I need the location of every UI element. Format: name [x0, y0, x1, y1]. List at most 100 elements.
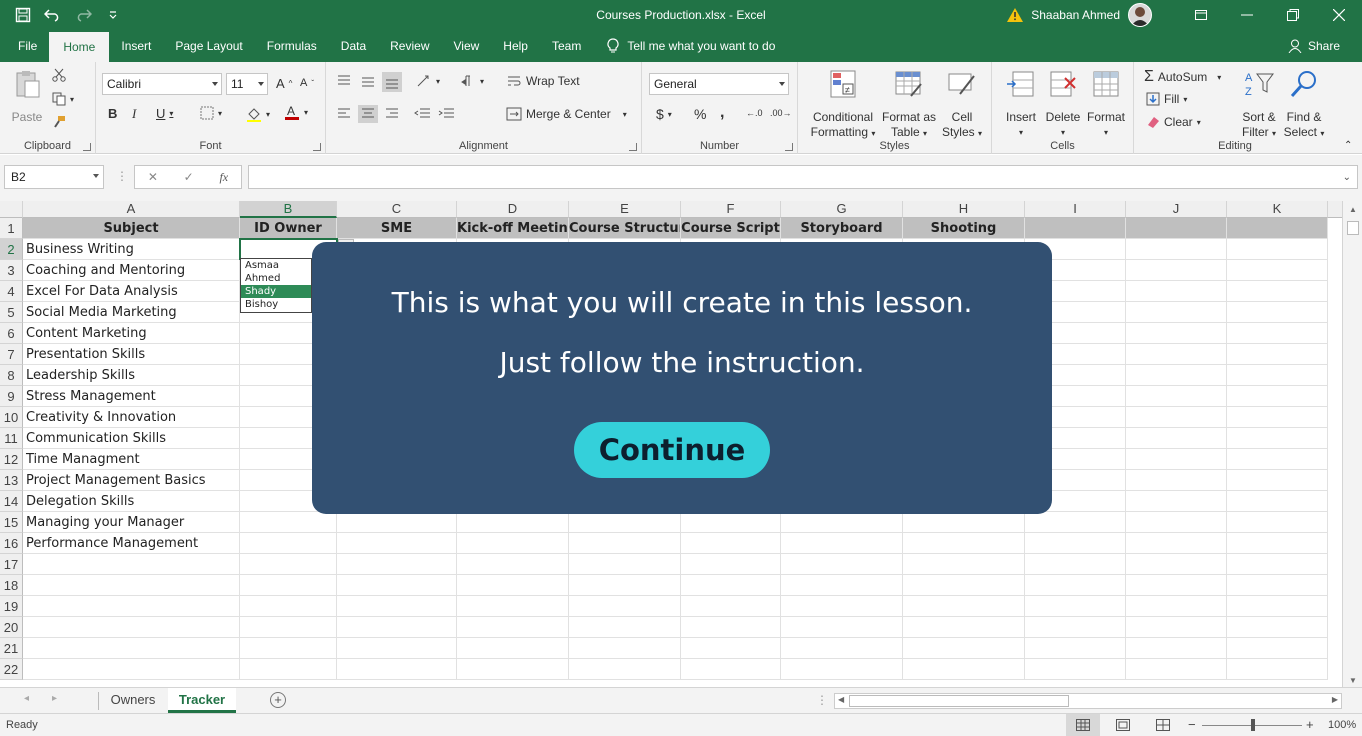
- decrease-decimal-button[interactable]: .00→: [770, 108, 792, 118]
- number-launcher[interactable]: [785, 143, 793, 151]
- page-break-view-button[interactable]: [1156, 719, 1170, 734]
- cell[interactable]: [569, 533, 681, 554]
- cell[interactable]: [1227, 260, 1328, 281]
- alignment-launcher[interactable]: [629, 143, 637, 151]
- sheet-tab-owners[interactable]: Owners: [102, 688, 164, 713]
- cell[interactable]: [23, 554, 240, 575]
- cell[interactable]: [569, 617, 681, 638]
- orientation-button[interactable]: ▾: [416, 74, 440, 88]
- cell[interactable]: [457, 512, 569, 533]
- cell[interactable]: [1025, 617, 1126, 638]
- data-validation-dropdown[interactable]: Asmaa Ahmed Shady Bishoy: [240, 258, 312, 313]
- sheet-tab-tracker[interactable]: Tracker: [168, 688, 236, 713]
- zoom-level[interactable]: 100%: [1328, 719, 1356, 731]
- currency-button[interactable]: $ ▾: [656, 106, 672, 122]
- cell[interactable]: [781, 533, 903, 554]
- format-painter-button[interactable]: [52, 115, 66, 129]
- tab-data[interactable]: Data: [329, 30, 378, 62]
- paste-button[interactable]: Paste: [10, 68, 44, 125]
- cell[interactable]: [1227, 470, 1328, 491]
- scroll-up-icon[interactable]: ▲: [1349, 205, 1357, 214]
- cell[interactable]: [1126, 239, 1227, 260]
- row-header[interactable]: 18: [0, 575, 23, 596]
- cut-button[interactable]: [52, 68, 66, 82]
- normal-view-button[interactable]: [1066, 714, 1100, 736]
- cell[interactable]: [1126, 596, 1227, 617]
- column-header-j[interactable]: J: [1126, 201, 1227, 218]
- customize-qat-button[interactable]: [100, 2, 126, 28]
- cell[interactable]: [240, 512, 337, 533]
- bold-button[interactable]: B: [108, 106, 117, 121]
- cell[interactable]: [1227, 365, 1328, 386]
- cell[interactable]: [681, 659, 781, 680]
- top-align-button[interactable]: [336, 74, 352, 88]
- row-header[interactable]: 7: [0, 344, 23, 365]
- close-button[interactable]: [1316, 0, 1362, 30]
- scroll-down-icon[interactable]: ▼: [1349, 676, 1357, 685]
- merge-center-button[interactable]: Merge & Center ▾: [506, 107, 627, 121]
- cell[interactable]: [1227, 407, 1328, 428]
- increase-indent-button[interactable]: [438, 107, 456, 121]
- cell[interactable]: [569, 638, 681, 659]
- comma-button[interactable]: ,: [720, 104, 724, 122]
- row-header[interactable]: 2: [0, 239, 23, 260]
- subject-cell[interactable]: Stress Management: [23, 386, 240, 407]
- cell[interactable]: [1227, 491, 1328, 512]
- cell[interactable]: [681, 596, 781, 617]
- sort-filter-button[interactable]: AZ Sort & Filter ▾: [1238, 68, 1280, 141]
- dropdown-option[interactable]: Asmaa: [241, 259, 311, 272]
- header-cell[interactable]: Course Structure: [569, 218, 681, 239]
- cell[interactable]: [337, 596, 457, 617]
- column-header-c[interactable]: C: [337, 201, 457, 218]
- cell[interactable]: [569, 512, 681, 533]
- cell[interactable]: [681, 554, 781, 575]
- row-header[interactable]: 20: [0, 617, 23, 638]
- row-header[interactable]: 8: [0, 365, 23, 386]
- insert-cells-button[interactable]: Insert ▾: [1000, 68, 1042, 140]
- header-cell[interactable]: Course Script: [681, 218, 781, 239]
- cell[interactable]: [569, 575, 681, 596]
- cell[interactable]: [457, 617, 569, 638]
- tab-view[interactable]: View: [442, 30, 492, 62]
- cell[interactable]: [23, 617, 240, 638]
- cell[interactable]: [1126, 281, 1227, 302]
- scroll-thumb[interactable]: [849, 695, 1069, 707]
- header-cell-empty[interactable]: [1227, 218, 1328, 239]
- cell[interactable]: [903, 533, 1025, 554]
- header-cell[interactable]: Shooting: [903, 218, 1025, 239]
- italic-button[interactable]: I: [132, 106, 136, 122]
- share-button[interactable]: Share: [1288, 30, 1340, 62]
- cell[interactable]: [1126, 386, 1227, 407]
- column-header-i[interactable]: I: [1025, 201, 1126, 218]
- undo-button[interactable]: [40, 2, 66, 28]
- cell[interactable]: [1126, 638, 1227, 659]
- wrap-text-button[interactable]: Wrap Text: [506, 74, 580, 88]
- cell[interactable]: [1227, 533, 1328, 554]
- row-header[interactable]: 9: [0, 386, 23, 407]
- cell[interactable]: [1227, 512, 1328, 533]
- cell[interactable]: [1227, 596, 1328, 617]
- column-header-k[interactable]: K: [1227, 201, 1328, 218]
- tab-file[interactable]: File: [0, 30, 49, 62]
- clipboard-launcher[interactable]: [83, 143, 91, 151]
- cell[interactable]: [681, 575, 781, 596]
- cell[interactable]: [1227, 617, 1328, 638]
- cell[interactable]: [337, 575, 457, 596]
- cell[interactable]: [1126, 533, 1227, 554]
- warning-icon[interactable]: [1007, 8, 1024, 22]
- cell[interactable]: [1025, 575, 1126, 596]
- cell[interactable]: [1126, 260, 1227, 281]
- cell[interactable]: [1126, 449, 1227, 470]
- find-select-button[interactable]: Find & Select ▾: [1282, 68, 1326, 141]
- dropdown-option-selected[interactable]: Shady: [241, 285, 311, 298]
- cell[interactable]: [457, 596, 569, 617]
- cell[interactable]: [903, 554, 1025, 575]
- tab-team[interactable]: Team: [540, 30, 593, 62]
- format-as-table-button[interactable]: Format as Table ▾: [880, 68, 938, 141]
- cell-styles-button[interactable]: Cell Styles ▾: [940, 68, 984, 141]
- cell[interactable]: [1126, 344, 1227, 365]
- column-header-h[interactable]: H: [903, 201, 1025, 218]
- cell[interactable]: [337, 617, 457, 638]
- user-name[interactable]: Shaaban Ahmed: [1031, 8, 1120, 22]
- row-header[interactable]: 19: [0, 596, 23, 617]
